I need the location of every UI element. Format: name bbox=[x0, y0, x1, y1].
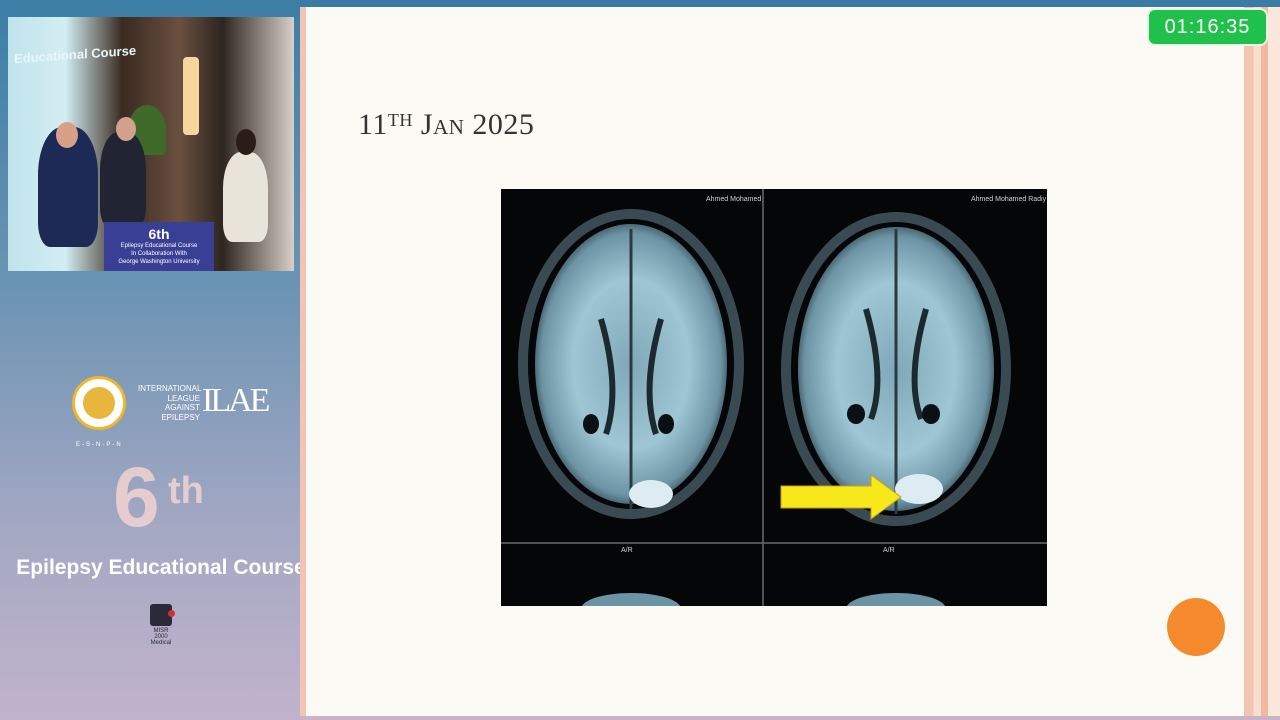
podium-number: 6th bbox=[148, 226, 170, 242]
mri-left-lesion bbox=[629, 480, 673, 508]
slide-title: 11TH Jan 2025 bbox=[358, 108, 534, 142]
brain-icon bbox=[83, 387, 115, 419]
podium-line-1: Epilepsy Educational Course bbox=[120, 243, 198, 249]
mri-scan-figure: Ahmed Mohamed Ahmed Mohamed Radiy A/R A/… bbox=[501, 189, 1047, 606]
ilae-line-2: LEAGUE bbox=[167, 393, 200, 403]
course-title: Epilepsy Educational Course bbox=[16, 556, 306, 579]
ilae-line-4: EPILEPSY bbox=[161, 412, 200, 422]
video-speaker-2-head bbox=[116, 117, 136, 141]
ilae-line-1: INTERNATIONAL bbox=[138, 384, 202, 393]
slide-title-day: 11 bbox=[358, 108, 388, 141]
ilae-text: INTERNATIONAL LEAGUE AGAINST EPILEPSY bbox=[138, 384, 202, 422]
sponsor-logo: MISR 2000 Medical bbox=[148, 604, 175, 664]
video-podium: 6th Epilepsy Educational Course In Colla… bbox=[104, 222, 214, 271]
sponsor-mark-icon bbox=[150, 604, 175, 626]
video-speaker-3 bbox=[223, 152, 268, 242]
video-speaker-2 bbox=[100, 132, 146, 227]
podium-line-2: In Collaboration With bbox=[131, 251, 187, 257]
mri-right-overlay-text: Ahmed Mohamed Radiy bbox=[971, 196, 1047, 203]
sponsor-line-3: Medical bbox=[150, 640, 172, 646]
top-strip bbox=[300, 0, 1280, 7]
ilae-line-3: AGAINST bbox=[164, 403, 200, 412]
elapsed-timer: 01:16:35 bbox=[1147, 8, 1268, 46]
mri-right-hole-a bbox=[847, 404, 865, 424]
mri-right-hole-b bbox=[922, 404, 940, 424]
slide-title-date: Jan 2025 bbox=[420, 108, 535, 141]
bottom-strip bbox=[300, 716, 1280, 720]
mri-left-overlay-text: Ahmed Mohamed bbox=[706, 196, 761, 203]
video-lamp bbox=[183, 57, 199, 135]
left-panel: Educational Course 6th Epilepsy Educatio… bbox=[0, 0, 306, 720]
mri-left-hole-b bbox=[658, 414, 674, 434]
course-number-suffix: th bbox=[168, 470, 204, 512]
course-number: 6 bbox=[113, 450, 160, 544]
esnpn-label: E-S-N-P-N bbox=[76, 442, 123, 448]
video-speaker-3-head bbox=[236, 129, 256, 155]
mri-left-bottom-label: A/R bbox=[621, 547, 633, 554]
slide-title-suffix: TH bbox=[387, 110, 413, 130]
podium-line-3: George Washington University bbox=[118, 259, 200, 265]
slide-decorative-border bbox=[1232, 7, 1280, 720]
slide-nav-button[interactable] bbox=[1167, 598, 1225, 656]
mri-right-lesion bbox=[895, 474, 943, 504]
ilae-logo: ILAE bbox=[202, 382, 270, 419]
organizer-logos: E-S-N-P-N INTERNATIONAL LEAGUE AGAINST E… bbox=[72, 376, 270, 454]
speaker-video-feed[interactable]: Educational Course 6th Epilepsy Educatio… bbox=[8, 17, 294, 271]
video-speaker-1-head bbox=[56, 122, 78, 148]
mri-image: Ahmed Mohamed Ahmed Mohamed Radiy A/R A/… bbox=[501, 189, 1047, 606]
esnpn-logo bbox=[72, 376, 126, 430]
mri-left-hole-a bbox=[583, 414, 599, 434]
mri-right-bottom-label: A/R bbox=[883, 547, 895, 554]
video-banner-text: Educational Course bbox=[14, 42, 137, 67]
